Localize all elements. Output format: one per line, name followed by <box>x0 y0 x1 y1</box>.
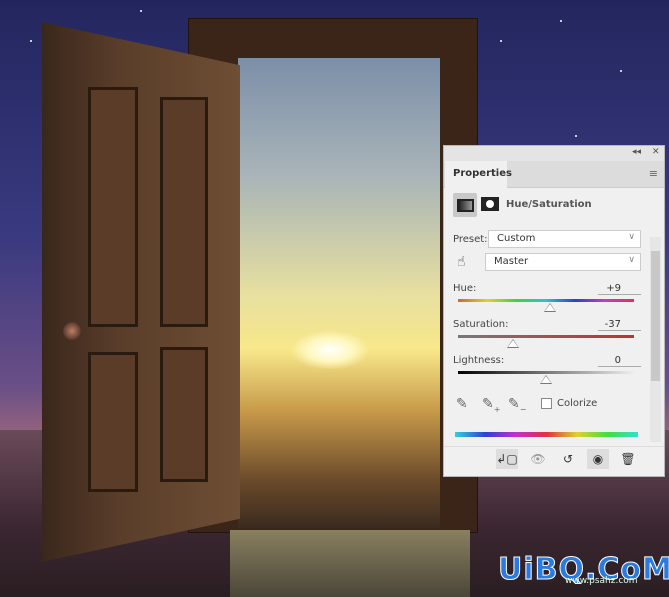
saturation-slider-thumb[interactable] <box>507 339 520 348</box>
open-door <box>42 22 240 562</box>
close-icon[interactable]: ✕ <box>652 147 660 157</box>
properties-panel: ◂◂ ✕ Properties ≡ Hue/Saturation Preset:… <box>443 145 665 477</box>
hue-slider-thumb[interactable] <box>544 303 557 312</box>
colorize-label: Colorize <box>557 398 598 409</box>
panel-menu-icon[interactable]: ≡ <box>649 167 658 180</box>
mask-icon[interactable] <box>481 197 499 211</box>
door-knob <box>63 322 81 340</box>
targeted-adjustment-hand-icon[interactable]: ☝ <box>457 254 466 270</box>
eyedropper-subtract-icon[interactable]: ✎− <box>508 396 526 414</box>
eyedropper-icon[interactable]: ✎ <box>456 396 468 412</box>
scrollbar[interactable] <box>650 237 661 442</box>
toggle-visibility-icon[interactable]: ◉ <box>587 449 609 469</box>
lightness-value-input[interactable]: 0 <box>598 355 641 367</box>
delete-icon[interactable]: 🗑 <box>617 449 639 469</box>
saturation-slider-track[interactable] <box>458 335 634 338</box>
adjustment-layer-icon[interactable] <box>453 193 477 217</box>
clip-to-layer-icon[interactable]: ↲▢ <box>496 449 518 469</box>
saturation-value-input[interactable]: -37 <box>598 319 641 331</box>
sunset-view <box>238 58 440 528</box>
eyedropper-add-icon[interactable]: ✎+ <box>482 396 500 414</box>
hue-value-input[interactable]: +9 <box>598 283 641 295</box>
color-spectrum-bar <box>455 432 638 437</box>
view-previous-state-icon[interactable]: 👁 <box>527 449 549 469</box>
preset-label: Preset: <box>453 234 488 245</box>
panel-title-bar[interactable]: ◂◂ ✕ <box>444 146 664 161</box>
tab-properties[interactable]: Properties <box>445 161 512 189</box>
channel-dropdown[interactable]: Master ∨ <box>485 253 641 271</box>
watermark-url: www.psahz.com <box>565 576 638 586</box>
lightness-label: Lightness: <box>453 355 505 366</box>
hue-label: Hue: <box>453 283 477 294</box>
hue-slider-track[interactable] <box>458 299 634 302</box>
reset-icon[interactable]: ↺ <box>557 449 579 469</box>
saturation-label: Saturation: <box>453 319 509 330</box>
adjustment-title: Hue/Saturation <box>506 199 592 210</box>
colorize-checkbox[interactable] <box>541 398 552 409</box>
lightness-slider-thumb[interactable] <box>540 375 552 384</box>
sun <box>290 330 370 370</box>
preset-dropdown[interactable]: Custom ∨ <box>488 230 641 248</box>
lightness-slider-track[interactable] <box>458 371 634 374</box>
collapse-icon[interactable]: ◂◂ <box>632 147 641 157</box>
scrollbar-thumb[interactable] <box>651 251 660 381</box>
